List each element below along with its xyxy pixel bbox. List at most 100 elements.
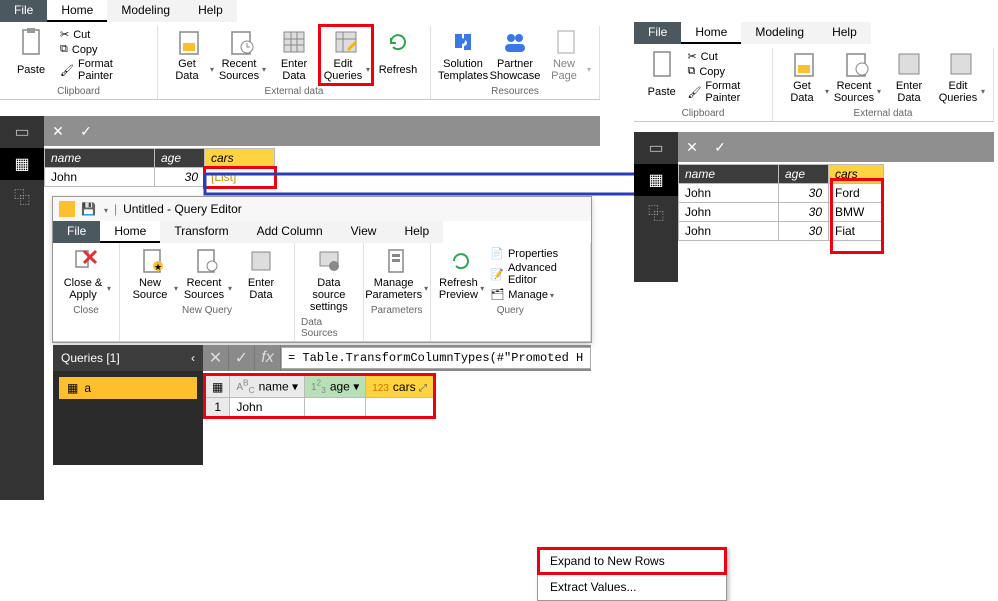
model-view-button[interactable]: ⿻: [0, 180, 44, 212]
qe-titlebar: 💾 | Untitled - Query Editor: [53, 197, 591, 221]
qe-tab-transform[interactable]: Transform: [160, 221, 242, 243]
qe-enter-data-button[interactable]: Enter Data: [234, 245, 288, 303]
qe-tab-help[interactable]: Help: [390, 221, 443, 243]
report-view-button[interactable]: ▭: [0, 116, 44, 148]
cancel-icon[interactable]: ✕: [203, 345, 229, 371]
table-icon: ▦: [67, 381, 78, 395]
table-row[interactable]: John 30 [List]: [45, 168, 275, 187]
col-name[interactable]: name: [679, 165, 779, 184]
refresh-button[interactable]: Refresh: [372, 26, 424, 84]
edit-queries-button[interactable]: Edit Queries: [320, 26, 372, 84]
enter-data-icon: [280, 28, 308, 56]
format-painter-button[interactable]: 🖌Format Painter: [687, 80, 762, 104]
tab-help[interactable]: Help: [818, 22, 871, 44]
recent-sources-button[interactable]: Recent Sources: [831, 48, 883, 106]
solution-templates-button[interactable]: Solution Templates: [437, 26, 489, 84]
enter-data-button[interactable]: Enter Data: [268, 26, 320, 84]
recent-icon: [228, 28, 256, 56]
partner-showcase-button[interactable]: Partner Showcase: [489, 26, 541, 84]
expand-to-new-rows[interactable]: Expand to New Rows: [538, 548, 726, 574]
params-icon: [383, 247, 411, 275]
col-age[interactable]: 123age ▾: [304, 376, 365, 398]
col-cars[interactable]: cars: [205, 149, 275, 168]
data-table: name age cars John 30 [List]: [44, 148, 275, 187]
advanced-editor-button[interactable]: 📝Advanced Editor: [490, 262, 580, 286]
data-view-button[interactable]: ▦: [634, 164, 678, 196]
copy-button[interactable]: ⧉Copy: [687, 65, 762, 78]
cut-button[interactable]: ✂Cut: [687, 50, 762, 63]
cancel-icon[interactable]: ✕: [44, 123, 72, 140]
commit-icon[interactable]: ✓: [706, 139, 734, 156]
col-name[interactable]: ABCname ▾: [230, 376, 305, 398]
paste-button[interactable]: Paste: [6, 26, 56, 84]
save-icon[interactable]: 💾: [81, 202, 96, 216]
commit-icon[interactable]: ✓: [72, 123, 100, 140]
close-apply-button[interactable]: Close & Apply: [59, 245, 113, 303]
cancel-icon[interactable]: ✕: [678, 139, 706, 156]
refresh-preview-button[interactable]: Refresh Preview: [437, 245, 487, 303]
scissors-icon: ✂: [60, 28, 69, 41]
data-source-settings-button[interactable]: Data source settings: [302, 245, 356, 315]
edit-queries-button[interactable]: Edit Queries: [935, 48, 987, 106]
properties-button[interactable]: 📄Properties: [490, 247, 580, 260]
tab-file[interactable]: File: [0, 0, 47, 22]
model-view-button[interactable]: ⿻: [634, 196, 678, 228]
extract-values[interactable]: Extract Values...: [538, 574, 726, 600]
data-view-button[interactable]: ▦: [0, 148, 44, 180]
list-cell[interactable]: [List]: [205, 168, 275, 187]
settings-icon: [315, 247, 343, 275]
format-painter-button[interactable]: 🖌Format Painter: [60, 58, 147, 82]
col-name[interactable]: name: [45, 149, 155, 168]
preview-grid: ▦ ABCname ▾ 123age ▾ 123cars ⤢ 1 John: [205, 375, 434, 417]
qe-tab-file[interactable]: File: [53, 221, 100, 243]
formula-input[interactable]: [281, 347, 591, 369]
qe-tab-addcolumn[interactable]: Add Column: [243, 221, 337, 243]
group-resources: Resources: [491, 86, 539, 97]
corner-icon[interactable]: ▦: [206, 376, 230, 398]
expand-menu: Expand to New Rows Extract Values...: [537, 547, 727, 601]
manage-button[interactable]: 🗂Manage: [490, 288, 580, 301]
recent-icon: [843, 50, 871, 78]
col-age[interactable]: age: [779, 165, 829, 184]
qe-tab-home[interactable]: Home: [100, 221, 160, 243]
query-editor-window: 💾 | Untitled - Query Editor File Home Tr…: [52, 196, 592, 343]
new-source-button[interactable]: ★New Source: [126, 245, 180, 303]
enter-data-icon: [247, 247, 275, 275]
new-page-button[interactable]: New Page: [541, 26, 593, 84]
svg-text:★: ★: [154, 262, 162, 272]
copy-button[interactable]: ⧉Copy: [60, 43, 147, 56]
enter-data-button[interactable]: Enter Data: [883, 48, 935, 106]
cut-button[interactable]: ✂Cut: [60, 28, 147, 41]
group-external: External data: [265, 86, 324, 97]
table-row[interactable]: 1 John: [206, 398, 434, 417]
qe-recent-sources-button[interactable]: Recent Sources: [180, 245, 234, 303]
tab-modeling[interactable]: Modeling: [741, 22, 818, 44]
collapse-icon[interactable]: ‹: [191, 351, 195, 365]
commit-icon[interactable]: ✓: [229, 345, 255, 371]
qe-tab-view[interactable]: View: [337, 221, 391, 243]
refresh-icon: [384, 28, 412, 56]
scissors-icon: ✂: [687, 50, 696, 63]
manage-icon: 🗂: [490, 288, 504, 301]
brush-icon: 🖌: [60, 64, 74, 77]
query-item[interactable]: ▦a: [59, 377, 197, 399]
expand-icon[interactable]: ⤢: [419, 383, 427, 394]
paste-button[interactable]: Paste: [640, 48, 683, 106]
col-age[interactable]: age: [155, 149, 205, 168]
report-view-button[interactable]: ▭: [634, 132, 678, 164]
edit-queries-icon: [947, 50, 975, 78]
tab-file[interactable]: File: [634, 22, 681, 44]
tab-modeling[interactable]: Modeling: [107, 0, 184, 22]
recent-sources-button[interactable]: Recent Sources: [216, 26, 268, 84]
tab-home[interactable]: Home: [681, 22, 741, 44]
tab-home[interactable]: Home: [47, 0, 107, 22]
fx-icon[interactable]: fx: [255, 345, 281, 371]
puzzle-icon: [449, 28, 477, 56]
manage-parameters-button[interactable]: Manage Parameters: [370, 245, 424, 303]
get-data-button[interactable]: Get Data: [779, 48, 831, 106]
queries-header: Queries [1]: [61, 351, 120, 365]
tab-help[interactable]: Help: [184, 0, 237, 22]
close-apply-icon: [72, 247, 100, 275]
col-cars[interactable]: 123cars ⤢: [366, 376, 434, 398]
get-data-button[interactable]: Get Data: [164, 26, 216, 84]
